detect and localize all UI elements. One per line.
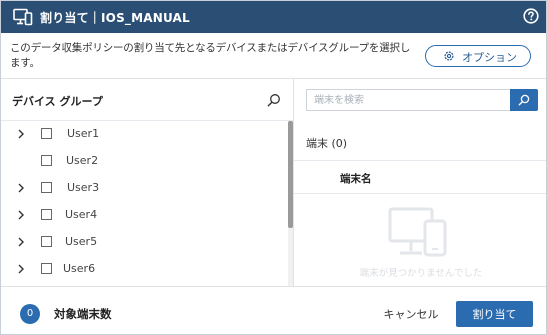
scrollbar-thumb[interactable] (288, 121, 293, 228)
cancel-button[interactable]: キャンセル (374, 301, 448, 327)
device-count-label: 端末 (0) (306, 137, 348, 150)
group-label: User3 (67, 181, 100, 194)
group-label: User2 (66, 154, 99, 167)
options-button[interactable]: オプション (425, 45, 531, 67)
group-list-scrollbar[interactable] (288, 121, 293, 286)
tree-row-user2[interactable]: User2 (1, 148, 287, 175)
checkbox[interactable] (41, 236, 52, 247)
search-icon (518, 94, 530, 106)
tree-row-user6[interactable]: User6 (1, 256, 287, 283)
device-search-button[interactable] (510, 89, 538, 111)
devices-icon (388, 207, 447, 257)
tree-row-user1[interactable]: User1 (1, 121, 287, 148)
device-table-divider (294, 193, 546, 194)
gear-icon (444, 51, 454, 61)
assign-button[interactable]: 割り当て (456, 301, 533, 327)
chevron-right-icon[interactable] (17, 210, 25, 220)
chevron-right-icon[interactable] (17, 129, 25, 139)
chevron-right-icon[interactable] (17, 237, 25, 247)
device-search-input[interactable] (306, 89, 510, 111)
devices-icon (13, 8, 33, 26)
empty-state-message: 端末が見つかりませんでした (359, 268, 483, 279)
help-circle-icon[interactable] (523, 8, 539, 24)
assignment-description: このデータ収集ポリシーの割り当て先となるデバイスまたはデバイスグループを選択しま… (10, 42, 411, 69)
tree-row-user3[interactable]: User3 (1, 175, 287, 202)
checkbox[interactable] (41, 263, 52, 274)
target-count-badge: 0 (20, 304, 40, 324)
dialog-titlebar: 割り当て｜IOS_MANUAL (1, 1, 546, 33)
dialog-footer: 0 対象端末数 キャンセル 割り当て (1, 287, 546, 334)
target-count-label: 対象端末数 (54, 307, 112, 321)
chevron-right-icon[interactable] (17, 264, 25, 274)
dialog-title: 割り当て｜IOS_MANUAL (40, 11, 190, 25)
search-icon[interactable] (267, 93, 281, 107)
group-label: User5 (65, 235, 98, 248)
device-groups-heading: デバイス グループ (12, 95, 103, 108)
pane-divider (293, 79, 294, 286)
checkbox[interactable] (41, 155, 52, 166)
device-group-tree: User1 User2 User3 User4 User5 User6 (1, 121, 287, 286)
group-label: User1 (67, 127, 100, 140)
group-label: User6 (63, 262, 96, 275)
device-name-column-header[interactable]: 端末名 (340, 171, 372, 186)
chevron-right-icon[interactable] (17, 183, 25, 193)
assign-dialog: 割り当て｜IOS_MANUAL このデータ収集ポリシーの割り当て先となるデバイス… (0, 0, 547, 335)
checkbox[interactable] (41, 128, 52, 139)
options-button-label: オプション (462, 52, 517, 64)
group-label: User4 (65, 208, 98, 221)
checkbox[interactable] (41, 182, 52, 193)
tree-row-user5[interactable]: User5 (1, 229, 287, 256)
device-list-divider (294, 160, 546, 161)
checkbox[interactable] (41, 209, 52, 220)
tree-row-user4[interactable]: User4 (1, 202, 287, 229)
content-divider (1, 78, 546, 79)
